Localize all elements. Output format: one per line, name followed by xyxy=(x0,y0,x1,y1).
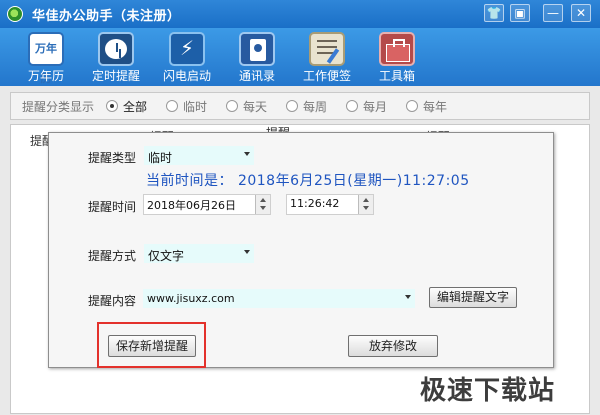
contacts-icon xyxy=(239,32,275,66)
time-value: 11:26:42 xyxy=(290,197,340,210)
toolbar-toolbox[interactable]: 工具箱 xyxy=(361,28,433,86)
filter-label: 提醒分类显示 xyxy=(22,100,95,114)
radio-monthly-label[interactable]: 每月 xyxy=(363,98,387,115)
chevron-down-icon[interactable] xyxy=(405,295,411,299)
date-spinner[interactable] xyxy=(255,195,270,214)
calendar-icon: 万年历 xyxy=(28,32,64,85)
toolbar-label: 定时提醒 xyxy=(91,69,140,83)
radio-all-label[interactable]: 全部 xyxy=(123,98,147,115)
current-time-text: 当前时间是： 2018年6月25日(星期一)11:27:05 xyxy=(146,173,470,189)
toolbox-icon xyxy=(379,32,415,66)
reminder-content-value: www.jisuxz.com xyxy=(147,292,235,305)
app-logo-icon xyxy=(7,6,23,22)
radio-yearly-label[interactable]: 每年 xyxy=(423,98,447,115)
method-label: 提醒方式 xyxy=(88,249,137,263)
discard-changes-button[interactable]: 放弃修改 xyxy=(348,335,438,357)
toolbar-timed-reminder[interactable]: 定时提醒 xyxy=(80,28,152,86)
radio-temporary[interactable] xyxy=(166,100,178,112)
toolbar-label: 闪电启动 xyxy=(162,69,211,83)
type-label: 提醒类型 xyxy=(88,151,137,165)
main-toolbar: 万年历 万年历 定时提醒 ⚡ 闪电启动 通讯录 工作便签 工具箱 xyxy=(0,28,600,86)
reminder-content-input[interactable]: www.jisuxz.com xyxy=(143,289,415,308)
save-new-reminder-button[interactable]: 保存新增提醒 xyxy=(108,335,196,357)
radio-weekly-label[interactable]: 每周 xyxy=(303,98,327,115)
chevron-down-icon[interactable] xyxy=(244,250,250,254)
reminder-method-select[interactable]: 仅文字 xyxy=(144,244,254,263)
toolbar-label: 万年历 xyxy=(27,69,64,83)
toolbar-calendar[interactable]: 万年历 万年历 xyxy=(10,28,82,86)
radio-yearly[interactable] xyxy=(406,100,418,112)
date-value: 2018年06月26日 xyxy=(147,199,236,212)
time-spinner[interactable] xyxy=(358,195,373,214)
radio-temporary-label[interactable]: 临时 xyxy=(183,98,207,115)
menu-button[interactable]: ▣ xyxy=(510,4,530,22)
clock-icon xyxy=(98,32,134,66)
radio-monthly[interactable] xyxy=(346,100,358,112)
category-filter xyxy=(10,92,590,120)
date-picker[interactable]: 2018年06月26日 xyxy=(143,194,271,215)
title-bar: 华佳办公助手（未注册） 👕 ▣ — ✕ xyxy=(0,0,600,28)
radio-daily[interactable] xyxy=(226,100,238,112)
site-watermark: 极速下载站 xyxy=(420,376,556,406)
reminder-type-value: 临时 xyxy=(148,151,173,165)
toolbar-label: 工作便签 xyxy=(302,69,351,83)
reminder-method-value: 仅文字 xyxy=(148,249,185,263)
toolbar-contacts[interactable]: 通讯录 xyxy=(221,28,293,86)
minimize-button[interactable]: — xyxy=(543,4,563,22)
toolbar-label: 通讯录 xyxy=(238,69,275,83)
toolbar-work-notes[interactable]: 工作便签 xyxy=(291,28,363,86)
window-title: 华佳办公助手（未注册） xyxy=(32,9,181,24)
edit-text-button[interactable]: 编辑提醒文字 xyxy=(429,287,517,308)
content-label: 提醒内容 xyxy=(88,294,137,308)
notes-icon xyxy=(309,32,345,66)
close-button[interactable]: ✕ xyxy=(571,4,591,22)
time-label: 提醒时间 xyxy=(88,200,137,214)
reminder-type-select[interactable]: 临时 xyxy=(144,146,254,165)
skin-button[interactable]: 👕 xyxy=(484,4,504,22)
toolbar-label: 工具箱 xyxy=(378,69,415,83)
radio-daily-label[interactable]: 每天 xyxy=(243,98,267,115)
radio-weekly[interactable] xyxy=(286,100,298,112)
radio-all[interactable] xyxy=(106,100,118,112)
lightning-icon: ⚡ xyxy=(169,32,205,66)
chevron-down-icon[interactable] xyxy=(244,152,250,156)
toolbar-quick-launch[interactable]: ⚡ 闪电启动 xyxy=(151,28,223,86)
time-picker[interactable]: 11:26:42 xyxy=(286,194,374,215)
